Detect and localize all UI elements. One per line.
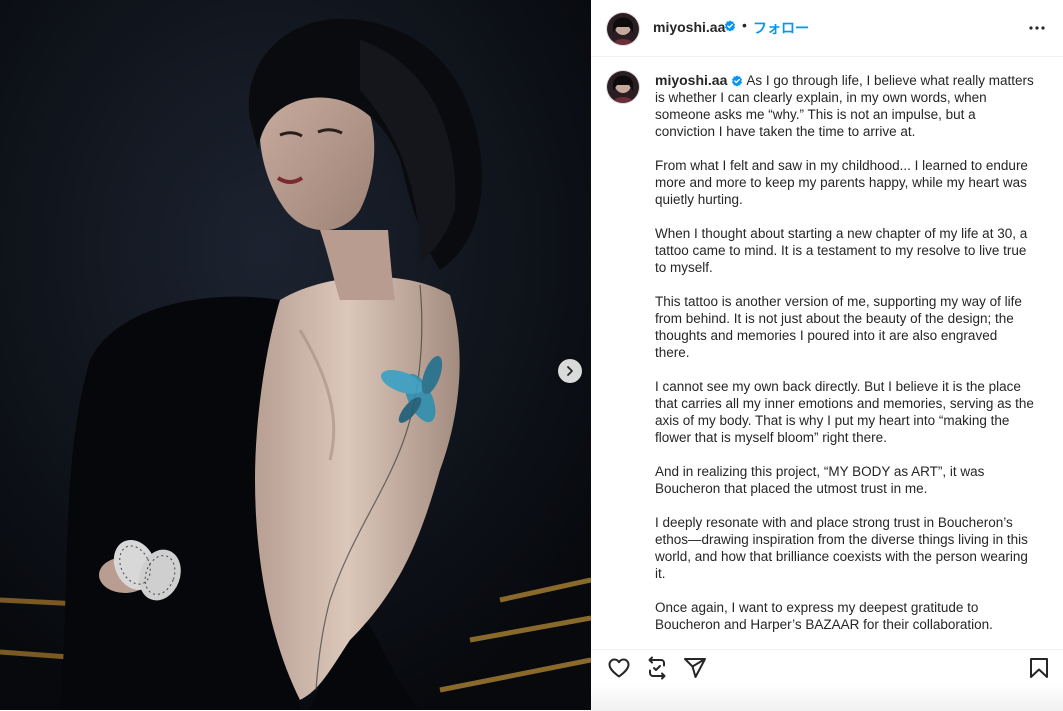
avatar-image bbox=[607, 71, 639, 103]
caption-paragraph: miyoshi.aa As I go through life, I belie… bbox=[655, 72, 1035, 140]
chevron-right-icon bbox=[567, 366, 573, 376]
post-photo bbox=[0, 0, 591, 710]
caption-paragraph: This tattoo is another version of me, su… bbox=[655, 294, 1022, 360]
post-caption: miyoshi.aa As I go through life, I belie… bbox=[655, 72, 1035, 649]
caption-paragraph: From what I felt and saw in my childhood… bbox=[655, 158, 1028, 207]
caption-paragraph: When I thought about starting a new chap… bbox=[655, 226, 1028, 275]
bookmark-icon[interactable] bbox=[1027, 656, 1051, 680]
follow-button[interactable]: フォロー bbox=[753, 18, 809, 38]
post-header: miyoshi.aa • フォロー bbox=[591, 0, 1063, 57]
caption-paragraph: I deeply resonate with and place strong … bbox=[655, 515, 1028, 581]
repost-icon[interactable] bbox=[645, 656, 669, 680]
post-detail-panel: miyoshi.aa • フォロー miyoshi.aa As I go thr… bbox=[591, 0, 1063, 711]
caption-paragraph: I cannot see my own back directly. But I… bbox=[655, 379, 1034, 445]
caption-username[interactable]: miyoshi.aa bbox=[655, 72, 727, 88]
action-bar-fade bbox=[591, 683, 1063, 711]
avatar-image bbox=[607, 13, 639, 45]
caption-paragraph: Once again, I want to express my deepest… bbox=[655, 600, 993, 632]
caption-paragraph: And in realizing this project, “MY BODY … bbox=[655, 464, 985, 496]
verified-badge-icon bbox=[732, 75, 743, 87]
verified-badge-icon bbox=[725, 20, 735, 32]
heart-icon[interactable] bbox=[607, 656, 631, 680]
next-media-button[interactable] bbox=[558, 359, 582, 383]
caption-avatar[interactable] bbox=[607, 71, 639, 103]
post-media[interactable] bbox=[0, 0, 591, 710]
action-bar bbox=[591, 649, 1063, 711]
header-separator: • bbox=[742, 17, 747, 33]
paper-plane-icon[interactable] bbox=[683, 656, 707, 680]
more-horizontal-icon[interactable] bbox=[1027, 18, 1047, 38]
caption-area[interactable]: miyoshi.aa As I go through life, I belie… bbox=[591, 57, 1063, 649]
header-username[interactable]: miyoshi.aa bbox=[653, 19, 725, 35]
avatar[interactable] bbox=[607, 13, 639, 45]
